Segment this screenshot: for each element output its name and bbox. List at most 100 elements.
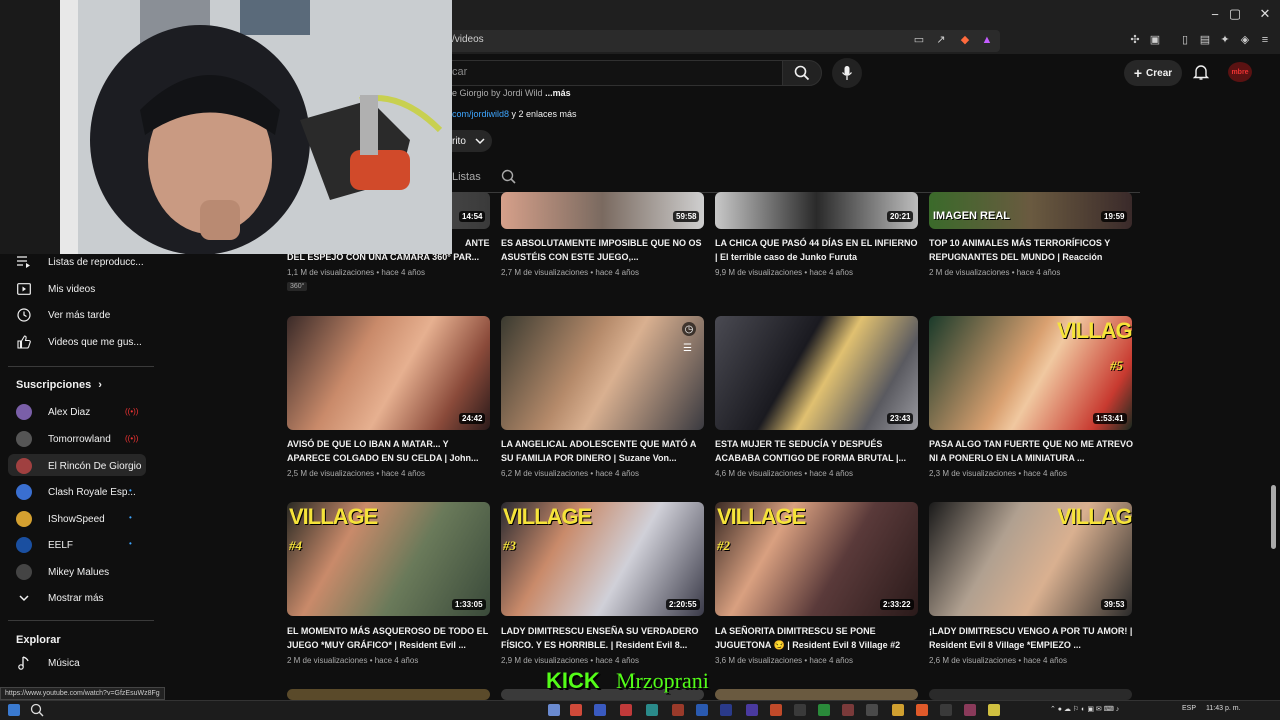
page-scrollbar[interactable] bbox=[1271, 485, 1276, 549]
menu-icon[interactable]: ≡ bbox=[1258, 33, 1272, 47]
subscription-item[interactable]: IShowSpeed bbox=[16, 509, 105, 529]
subscription-item[interactable]: Alex Diaz bbox=[16, 402, 90, 422]
taskbar-app-icon[interactable] bbox=[672, 704, 684, 716]
taskbar-app-icon[interactable] bbox=[646, 704, 658, 716]
taskbar-app-icon[interactable] bbox=[940, 704, 952, 716]
taskbar-app-icon[interactable] bbox=[570, 704, 582, 716]
video-duration: 20:21 bbox=[887, 211, 914, 222]
channel-link[interactable]: com/jordiwild8 bbox=[452, 109, 509, 119]
channel-avatar bbox=[16, 484, 32, 500]
language-indicator[interactable]: ESP bbox=[1182, 705, 1196, 712]
taskbar-app-icon[interactable] bbox=[770, 704, 782, 716]
thumbnail-overlay-text: IMAGEN REAL bbox=[933, 210, 1010, 222]
channel-description[interactable]: e Giorgio by Jordi Wild ...más bbox=[452, 88, 571, 98]
brave-shield-icon[interactable]: ◆ bbox=[958, 33, 972, 47]
thumbnail-overlay-text: VILLAGE bbox=[503, 504, 592, 529]
search-box[interactable] bbox=[440, 60, 782, 86]
video-title[interactable]: ¡LADY DIMITRESCU VENGO A POR TU AMOR! | … bbox=[929, 625, 1134, 652]
sidebar-item-music[interactable]: Música bbox=[16, 653, 80, 673]
video-meta: 3,6 M de visualizaciones • hace 4 años bbox=[715, 656, 853, 665]
tab-search-icon[interactable]: ▣ bbox=[1148, 33, 1162, 47]
channel-links[interactable]: com/jordiwild8 y 2 enlaces más bbox=[452, 109, 577, 119]
share-icon[interactable]: ↗ bbox=[934, 33, 948, 47]
video-title[interactable]: LA CHICA QUE PASÓ 44 DÍAS EN EL INFIERNO… bbox=[715, 237, 920, 264]
cast-icon[interactable]: ▭ bbox=[912, 33, 926, 47]
video-title[interactable]: LA ANGELICAL ADOLESCENTE QUE MATÓ A SU F… bbox=[501, 438, 706, 465]
search-button[interactable] bbox=[782, 60, 822, 86]
chevron-down-icon bbox=[16, 590, 32, 606]
taskbar-app-icon[interactable] bbox=[818, 704, 830, 716]
description-more-link[interactable]: ...más bbox=[545, 88, 571, 98]
taskbar-app-icon[interactable] bbox=[620, 704, 632, 716]
video-duration: 14:54 bbox=[459, 211, 486, 222]
subscription-item[interactable]: Clash Royale Esp... bbox=[16, 482, 136, 502]
channel-search-icon[interactable] bbox=[501, 169, 517, 185]
video-thumbnail[interactable]: ◷ ☰ bbox=[501, 316, 704, 430]
sidebar-divider bbox=[8, 366, 154, 367]
sidebar-item-my-videos[interactable]: Mis videos bbox=[16, 279, 95, 299]
add-to-queue-icon[interactable]: ☰ bbox=[683, 343, 692, 354]
title-overflow: ANTE bbox=[465, 238, 490, 248]
like-icon bbox=[16, 334, 32, 350]
sidebar-item-playlists[interactable]: Listas de reproducc... bbox=[16, 252, 144, 272]
taskbar-app-icon[interactable] bbox=[548, 704, 560, 716]
restore-button[interactable]: ▢ bbox=[1220, 0, 1250, 28]
show-more-button[interactable]: Mostrar más bbox=[16, 588, 104, 608]
video-title[interactable]: PASA ALGO TAN FUERTE QUE NO ME ATREVO NI… bbox=[929, 438, 1134, 465]
search-input[interactable]: car bbox=[452, 66, 467, 78]
watch-later-icon bbox=[16, 307, 32, 323]
live-indicator-icon: ((•)) bbox=[125, 434, 139, 443]
sidebar-toggle-icon[interactable]: ▯ bbox=[1178, 33, 1192, 47]
explore-heading: Explorar bbox=[16, 634, 61, 646]
video-thumbnail[interactable] bbox=[287, 689, 490, 700]
notifications-bell-icon[interactable] bbox=[1192, 63, 1210, 81]
video-title[interactable]: AVISÓ DE QUE LO IBAN A MATAR... Y APAREC… bbox=[287, 438, 492, 465]
episode-number: #5 bbox=[1110, 358, 1123, 373]
create-button[interactable]: + Crear bbox=[1124, 60, 1182, 86]
sidebar-item-label: Listas de reproducc... bbox=[48, 256, 144, 268]
taskbar-search-icon[interactable] bbox=[30, 703, 44, 717]
video-title[interactable]: ESTA MUJER TE SEDUCÍA Y DESPUÉS ACABABA … bbox=[715, 438, 920, 465]
taskbar-app-icon[interactable] bbox=[842, 704, 854, 716]
taskbar-app-icon[interactable] bbox=[794, 704, 806, 716]
channel-links-more: y 2 enlaces más bbox=[509, 109, 577, 119]
taskbar-app-icon[interactable] bbox=[988, 704, 1000, 716]
leo-ai-icon[interactable]: ✦ bbox=[1218, 33, 1232, 47]
video-title[interactable]: EL MOMENTO MÁS ASQUEROSO DE TODO EL JUEG… bbox=[287, 625, 492, 652]
vpn-icon[interactable]: ◈ bbox=[1238, 33, 1252, 47]
taskbar-app-icon[interactable] bbox=[892, 704, 904, 716]
video-thumbnail[interactable] bbox=[715, 689, 918, 700]
account-avatar[interactable]: mbre bbox=[1228, 62, 1252, 82]
taskbar-app-icon[interactable] bbox=[746, 704, 758, 716]
my-videos-icon bbox=[16, 281, 32, 297]
subscription-item[interactable]: Tomorrowland bbox=[16, 429, 111, 449]
wallet-icon[interactable]: ▤ bbox=[1198, 33, 1212, 47]
taskbar-app-icon[interactable] bbox=[964, 704, 976, 716]
video-thumbnail[interactable] bbox=[929, 689, 1132, 700]
start-menu-icon[interactable] bbox=[8, 704, 20, 716]
taskbar-app-icon[interactable] bbox=[594, 704, 606, 716]
subscription-item[interactable]: Mikey Malues bbox=[16, 562, 109, 582]
tab-lists[interactable]: Listas bbox=[452, 171, 481, 183]
taskbar-app-icon[interactable] bbox=[866, 704, 878, 716]
taskbar-app-icon[interactable] bbox=[916, 704, 928, 716]
clock[interactable]: 11:43 p. m. bbox=[1206, 705, 1241, 712]
close-window-button[interactable]: ✕ bbox=[1250, 0, 1280, 28]
system-tray-icons[interactable]: ⌃ ● ☁ ⚐ ◐ ▣ ✉ ⌨ ♪ bbox=[1050, 705, 1119, 713]
video-title[interactable]: LADY DIMITRESCU ENSEÑA SU VERDADERO FÍSI… bbox=[501, 625, 706, 652]
brave-rewards-icon[interactable]: ▲ bbox=[980, 33, 994, 47]
video-title[interactable]: LA SEÑORITA DIMITRESCU SE PONE JUGUETONA… bbox=[715, 625, 920, 652]
sidebar-item-watch-later[interactable]: Ver más tarde bbox=[16, 305, 110, 325]
video-title[interactable]: TOP 10 ANIMALES MÁS TERRORÍFICOS Y REPUG… bbox=[929, 237, 1134, 264]
taskbar-app-icon[interactable] bbox=[696, 704, 708, 716]
watch-later-icon[interactable]: ◷ bbox=[682, 322, 696, 336]
subscriptions-heading[interactable]: Suscripciones › bbox=[16, 379, 102, 391]
taskbar-app-icon[interactable] bbox=[720, 704, 732, 716]
sidebar-item-liked-videos[interactable]: Videos que me gus... bbox=[16, 332, 142, 352]
subscription-item[interactable]: EELF bbox=[16, 535, 73, 555]
video-duration: 1:33:05 bbox=[452, 599, 486, 610]
video-title[interactable]: ES ABSOLUTAMENTE IMPOSIBLE QUE NO OS ASU… bbox=[501, 237, 706, 264]
voice-search-button[interactable] bbox=[832, 58, 862, 88]
extensions-icon[interactable]: ✣ bbox=[1128, 33, 1142, 47]
subscription-item[interactable]: El Rincón De Giorgio bbox=[16, 456, 141, 476]
